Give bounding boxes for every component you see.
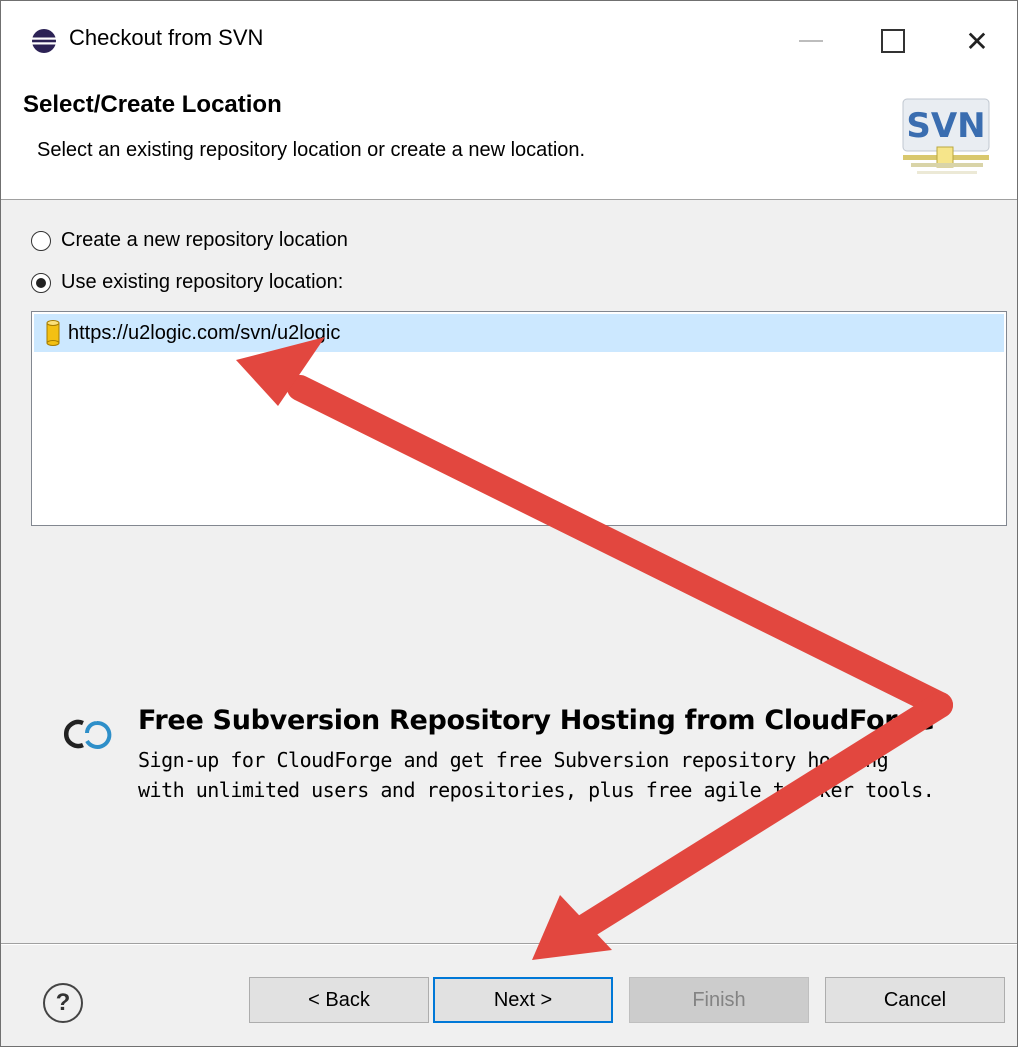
page-description: Select an existing repository location o… bbox=[37, 139, 586, 161]
repository-list[interactable]: https://u2logic.com/svn/u2logic bbox=[31, 311, 1007, 526]
window-title: Checkout from SVN bbox=[69, 25, 264, 50]
use-existing-location-option[interactable]: Use existing repository location: bbox=[31, 271, 343, 294]
repository-icon bbox=[46, 320, 60, 346]
checkout-dialog: Checkout from SVN ✕ Select/Create Locati… bbox=[0, 0, 1018, 1047]
cloudforge-description-line: with unlimited users and repositories, p… bbox=[138, 778, 935, 802]
maximize-button[interactable] bbox=[843, 1, 943, 81]
repository-url: https://u2logic.com/svn/u2logic bbox=[68, 321, 341, 344]
finish-button[interactable]: Finish bbox=[629, 977, 809, 1023]
cancel-button[interactable]: Cancel bbox=[825, 977, 1005, 1023]
next-button[interactable]: Next > bbox=[433, 977, 613, 1023]
title-bar: Checkout from SVN ✕ bbox=[1, 1, 1017, 81]
cloudforge-link[interactable]: Free Subversion Repository Hosting from … bbox=[138, 705, 935, 736]
use-existing-label: Use existing repository location: bbox=[61, 271, 344, 293]
cloudforge-description-line: Sign-up for CloudForge and get free Subv… bbox=[138, 748, 889, 772]
help-icon: ? bbox=[55, 989, 71, 1016]
svn-logo-text: SVN bbox=[906, 106, 985, 146]
close-icon: ✕ bbox=[965, 25, 989, 57]
cloudforge-description: Sign-up for CloudForge and get free Subv… bbox=[138, 745, 935, 805]
eclipse-icon bbox=[32, 29, 56, 53]
create-new-radio[interactable] bbox=[31, 230, 51, 251]
maximize-icon bbox=[881, 29, 905, 53]
svn-logo-icon: SVN bbox=[902, 98, 990, 174]
create-new-location-option[interactable]: Create a new repository location bbox=[31, 229, 348, 252]
minimize-icon bbox=[799, 40, 823, 42]
cloudforge-icon[interactable] bbox=[61, 713, 131, 753]
create-new-label: Create a new repository location bbox=[61, 229, 348, 251]
help-button[interactable]: ? bbox=[43, 983, 83, 1023]
back-button[interactable]: < Back bbox=[249, 977, 429, 1023]
list-item[interactable]: https://u2logic.com/svn/u2logic bbox=[34, 314, 1004, 352]
page-title: Select/Create Location bbox=[23, 91, 282, 118]
radio-selected-dot bbox=[36, 277, 46, 288]
footer-separator bbox=[1, 943, 1017, 945]
close-button[interactable]: ✕ bbox=[937, 1, 1017, 81]
use-existing-radio[interactable] bbox=[31, 272, 51, 293]
wizard-header: Select/Create Location Select an existin… bbox=[1, 81, 1017, 200]
